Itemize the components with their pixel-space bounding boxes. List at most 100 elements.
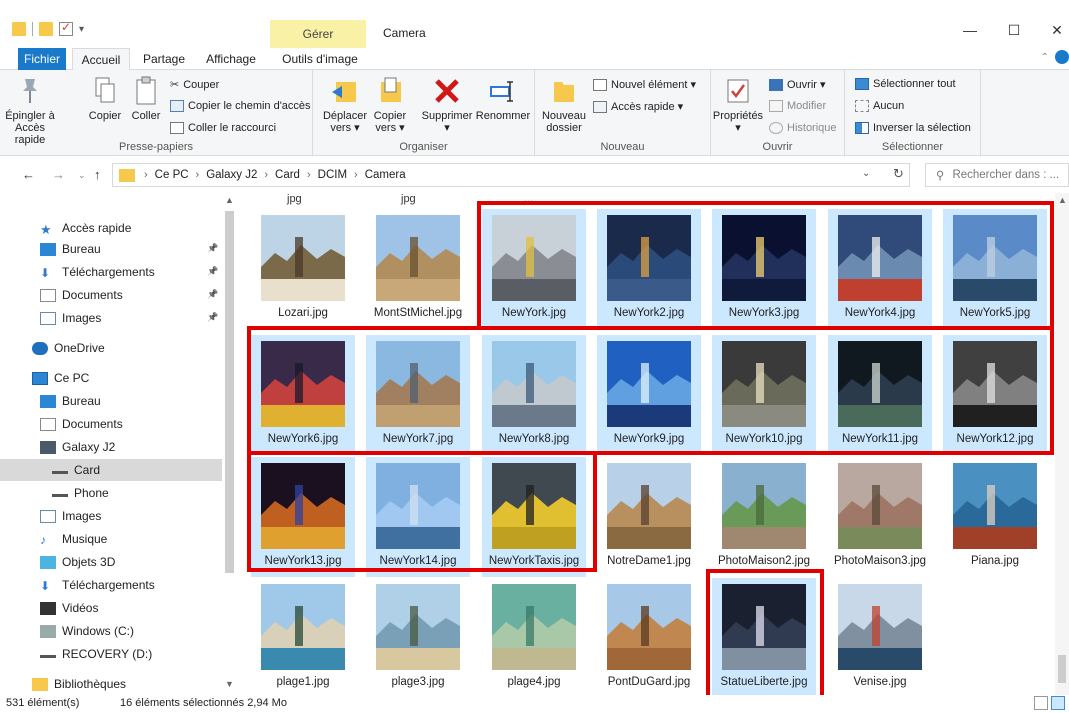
sidebar-scrollbar[interactable]: ▲ ▼: [222, 193, 236, 695]
file-tile[interactable]: NewYork.jpg: [482, 209, 586, 329]
breadcrumb-chevron-icon[interactable]: ›: [264, 169, 268, 181]
up-arrow-icon[interactable]: ↑: [94, 167, 101, 182]
delete-button[interactable]: Supprimer ▾: [419, 76, 475, 134]
select-none-button[interactable]: Aucun: [855, 100, 904, 112]
file-tile[interactable]: plage3.jpg: [366, 578, 470, 695]
sidebar-item-t-l-chargements[interactable]: ⬇ Téléchargements: [0, 574, 222, 596]
close-button[interactable]: ✕: [1047, 22, 1067, 39]
scroll-up-icon[interactable]: ▲: [1058, 195, 1067, 205]
file-tile[interactable]: NewYork13.jpg: [251, 457, 355, 577]
breadcrumb-camera[interactable]: Camera: [365, 169, 406, 181]
paste-button[interactable]: Coller: [128, 76, 164, 122]
pin-icon[interactable]: 📌: [207, 243, 218, 254]
select-all-button[interactable]: Sélectionner tout: [855, 78, 956, 90]
move-to-button[interactable]: Déplacer vers ▾: [321, 76, 369, 134]
pin-icon[interactable]: 📌: [207, 289, 218, 300]
sidebar-item-t-l-chargements[interactable]: ⬇ Téléchargements: [0, 261, 222, 283]
sidebar-item-bureau[interactable]: Bureau: [0, 390, 222, 412]
file-tile[interactable]: NewYork8.jpg: [482, 335, 586, 455]
tab-outils-image[interactable]: Outils d'image: [276, 48, 364, 70]
context-tab-gerer[interactable]: Gérer: [270, 20, 366, 48]
address-dropdown-icon[interactable]: ⌄: [862, 168, 870, 179]
sidebar-item-musique[interactable]: ♪ Musique: [0, 528, 222, 550]
copy-to-button[interactable]: Copier vers ▾: [371, 76, 409, 134]
sidebar-item-documents[interactable]: Documents: [0, 284, 222, 306]
file-tile[interactable]: NewYork6.jpg: [251, 335, 355, 455]
sidebar-item-images[interactable]: Images: [0, 307, 222, 329]
file-tile[interactable]: NewYork2.jpg: [597, 209, 701, 329]
breadcrumb-card[interactable]: Card: [275, 169, 300, 181]
sidebar-item-recovery-d-[interactable]: RECOVERY (D:): [0, 643, 222, 665]
folder-icon[interactable]: [12, 22, 26, 36]
recent-locations-icon[interactable]: ⌄: [78, 170, 86, 181]
sidebar-item-biblioth-ques[interactable]: Bibliothèques: [0, 673, 222, 695]
sidebar-item-bureau[interactable]: Bureau: [0, 238, 222, 260]
file-tile[interactable]: NewYork3.jpg: [712, 209, 816, 329]
breadcrumb-galaxy-j2[interactable]: Galaxy J2: [206, 169, 257, 181]
ribbon-collapse-icon[interactable]: ⌃: [1041, 52, 1049, 63]
new-folder-icon[interactable]: [39, 22, 53, 36]
file-tile[interactable]: Lozari.jpg: [251, 209, 355, 329]
sidebar-item-vid-os[interactable]: Vidéos: [0, 597, 222, 619]
copy-path-button[interactable]: Copier le chemin d'accès: [170, 100, 311, 112]
sidebar-item-documents[interactable]: Documents: [0, 413, 222, 435]
tab-partage[interactable]: Partage: [138, 48, 190, 70]
content-scroll-thumb[interactable]: [1058, 655, 1066, 683]
back-arrow-icon[interactable]: ←: [22, 167, 35, 182]
rename-button[interactable]: Renommer: [475, 76, 531, 122]
breadcrumb-dcim[interactable]: DCIM: [318, 169, 347, 181]
tab-affichage[interactable]: Affichage: [202, 48, 260, 70]
sidebar-scroll-thumb[interactable]: [225, 211, 234, 573]
maximize-button[interactable]: ☐: [1004, 22, 1024, 39]
qat-customize-icon[interactable]: ▾: [79, 24, 84, 35]
minimize-button[interactable]: —: [960, 22, 980, 38]
edit-button[interactable]: Modifier: [769, 100, 826, 112]
refresh-icon[interactable]: ↻: [893, 166, 904, 182]
cut-button[interactable]: ✂ Couper: [170, 78, 219, 92]
file-tile[interactable]: NewYork5.jpg: [943, 209, 1047, 329]
breadcrumb-chevron-icon[interactable]: ›: [196, 169, 200, 181]
tab-accueil[interactable]: Accueil: [72, 48, 130, 71]
file-tile[interactable]: NewYork10.jpg: [712, 335, 816, 455]
file-tile[interactable]: NewYork7.jpg: [366, 335, 470, 455]
sidebar-item-phone[interactable]: Phone: [0, 482, 222, 504]
pin-quick-access-button[interactable]: Épingler à Accès rapide: [4, 76, 56, 146]
breadcrumb-chevron-icon[interactable]: ›: [354, 169, 358, 181]
sidebar-item-acc-s-rapide[interactable]: ★ Accès rapide: [0, 217, 222, 239]
new-folder-button[interactable]: Nouveau dossier: [539, 76, 589, 134]
sidebar-item-objets-3d[interactable]: Objets 3D: [0, 551, 222, 573]
file-tile[interactable]: NewYork4.jpg: [828, 209, 932, 329]
breadcrumb-chevron-icon[interactable]: ›: [144, 169, 148, 181]
copy-button[interactable]: Copier: [86, 76, 124, 122]
easy-access-button[interactable]: Accès rapide ▾: [593, 100, 683, 113]
address-bar[interactable]: › Ce PC › Galaxy J2 › Card › DCIM › Came…: [112, 163, 910, 187]
content-scrollbar[interactable]: ▲: [1055, 193, 1069, 695]
file-tile[interactable]: NewYorkTaxis.jpg: [482, 457, 586, 577]
sidebar-item-ce-pc[interactable]: Ce PC: [0, 367, 222, 389]
pin-icon[interactable]: 📌: [207, 312, 218, 323]
file-tile[interactable]: StatueLiberte.jpg: [712, 578, 816, 695]
file-tile[interactable]: PhotoMaison2.jpg: [712, 457, 816, 577]
new-item-button[interactable]: Nouvel élément ▾: [593, 78, 696, 91]
file-tile[interactable]: NotreDame1.jpg: [597, 457, 701, 577]
sidebar-item-galaxy-j2[interactable]: Galaxy J2: [0, 436, 222, 458]
file-tile[interactable]: NewYork9.jpg: [597, 335, 701, 455]
file-tile[interactable]: plage1.jpg: [251, 578, 355, 695]
paste-shortcut-button[interactable]: Coller le raccourci: [170, 122, 276, 134]
open-button[interactable]: Ouvrir ▾: [769, 78, 826, 91]
sidebar-item-card[interactable]: Card: [0, 459, 222, 481]
properties-button[interactable]: Propriétés ▾: [711, 76, 765, 134]
history-button[interactable]: Historique: [769, 122, 837, 134]
file-tile[interactable]: NewYork12.jpg: [943, 335, 1047, 455]
details-view-icon[interactable]: [1034, 696, 1048, 710]
file-tile[interactable]: Piana.jpg: [943, 457, 1047, 577]
sidebar-item-onedrive[interactable]: OneDrive: [0, 337, 222, 359]
file-tile[interactable]: NewYork11.jpg: [828, 335, 932, 455]
file-tile[interactable]: MontStMichel.jpg: [366, 209, 470, 329]
file-tile[interactable]: Venise.jpg: [828, 578, 932, 695]
sidebar-item-images[interactable]: Images: [0, 505, 222, 527]
breadcrumb-chevron-icon[interactable]: ›: [307, 169, 311, 181]
file-tile[interactable]: NewYork14.jpg: [366, 457, 470, 577]
file-tile[interactable]: PontDuGard.jpg: [597, 578, 701, 695]
properties-check-icon[interactable]: [59, 20, 73, 36]
